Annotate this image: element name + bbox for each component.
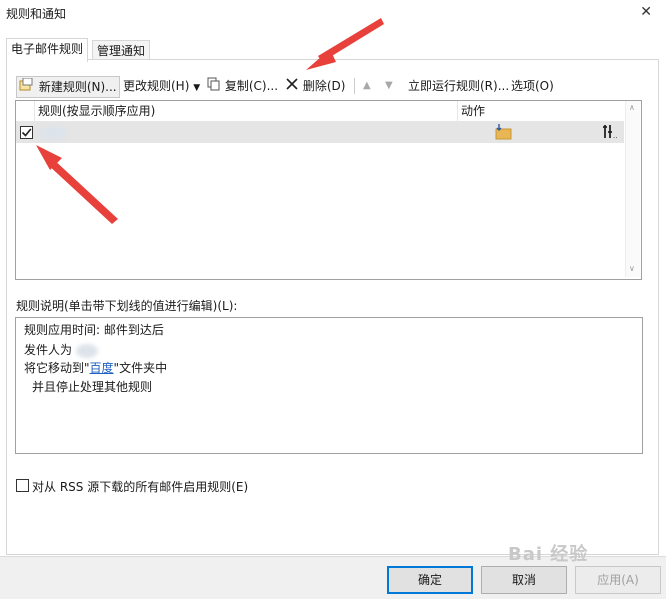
folder-link[interactable]: 百度 bbox=[90, 361, 114, 375]
close-icon[interactable]: ✕ bbox=[640, 4, 652, 20]
copy-icon bbox=[207, 77, 221, 97]
description-line: 规则应用时间: 邮件到达后 bbox=[24, 323, 164, 337]
new-rule-label: 新建规则(N)... bbox=[38, 80, 117, 94]
new-rule-icon bbox=[19, 77, 35, 98]
change-rule-button[interactable]: 更改规则(H) ▼ bbox=[123, 76, 200, 96]
cancel-button[interactable]: 取消 bbox=[481, 566, 567, 594]
tab-email-rules[interactable]: 电子邮件规则 bbox=[6, 38, 89, 62]
description-label: 规则说明(单击带下划线的值进行编辑)(L): bbox=[16, 299, 238, 313]
new-rule-button[interactable]: 新建规则(N)... bbox=[16, 76, 120, 98]
description-move-suffix: "文件夹中 bbox=[113, 361, 168, 375]
scroll-up-icon[interactable]: ∧ bbox=[629, 103, 635, 112]
column-header-rule[interactable]: 规则(按显示顺序应用) bbox=[38, 101, 155, 121]
copy-label: 复制(C)... bbox=[224, 79, 279, 93]
header-divider bbox=[457, 101, 458, 121]
scroll-down-icon[interactable]: ∨ bbox=[629, 264, 635, 273]
header-divider bbox=[34, 101, 35, 121]
run-rules-button[interactable]: 立即运行规则(R)... bbox=[408, 76, 509, 96]
description-line: 将它移动到"百度"文件夹中 bbox=[24, 359, 167, 376]
window-title: 规则和通知 bbox=[6, 7, 67, 21]
rss-checkbox[interactable] bbox=[16, 479, 29, 492]
options-button[interactable]: 选项(O) bbox=[511, 76, 554, 96]
rss-checkbox-label: 对从 RSS 源下载的所有邮件启用规则(E) bbox=[32, 480, 249, 494]
check-icon bbox=[21, 128, 32, 137]
move-to-folder-icon bbox=[495, 124, 513, 143]
description-line: 发件人为 bbox=[24, 341, 98, 358]
list-scrollbar[interactable]: ∧ ∨ bbox=[625, 101, 640, 277]
description-move-prefix: 将它移动到" bbox=[24, 361, 90, 375]
delete-button[interactable]: 删除(D) bbox=[285, 76, 345, 96]
rule-checkbox[interactable] bbox=[20, 126, 33, 139]
svg-text:..: .. bbox=[613, 132, 617, 140]
copy-button[interactable]: 复制(C)... bbox=[207, 76, 278, 96]
dropdown-arrow-icon: ▼ bbox=[193, 83, 201, 93]
description-sender-prefix: 发件人为 bbox=[24, 343, 73, 357]
sender-value-redacted[interactable] bbox=[75, 343, 98, 358]
delete-label: 删除(D) bbox=[302, 79, 346, 93]
rules-list-header: 规则(按显示顺序应用) 动作 bbox=[16, 101, 624, 122]
move-up-icon[interactable]: ▲ bbox=[363, 76, 371, 96]
delete-icon bbox=[285, 77, 299, 97]
ok-button[interactable]: 确定 bbox=[387, 566, 473, 594]
description-line: 并且停止处理其他规则 bbox=[32, 380, 153, 394]
move-down-icon[interactable]: ▼ bbox=[385, 76, 393, 96]
toolbar-separator bbox=[354, 78, 355, 94]
apply-button[interactable]: 应用(A) bbox=[575, 566, 661, 594]
column-header-action[interactable]: 动作 bbox=[461, 101, 485, 121]
rule-settings-icon[interactable]: .. bbox=[602, 124, 620, 143]
watermark-logo: Bai 经验 bbox=[508, 544, 589, 565]
rule-name-redacted bbox=[38, 126, 68, 140]
change-rule-label: 更改规则(H) bbox=[123, 79, 190, 93]
rule-row[interactable]: .. bbox=[16, 122, 624, 143]
